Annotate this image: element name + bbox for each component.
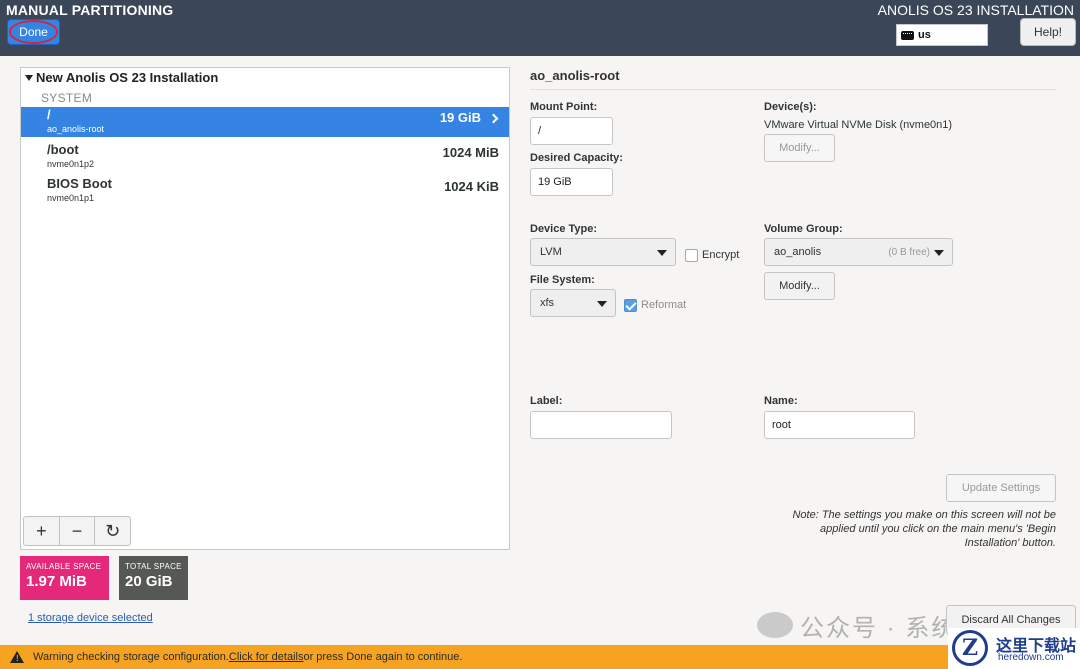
mount-size: 19 GiB: [439, 110, 481, 125]
keyboard-layout-indicator[interactable]: us: [896, 24, 988, 46]
mount-size: 1024 KiB: [444, 179, 499, 194]
chevron-right-icon: [488, 113, 499, 124]
volume-group-label: Volume Group:: [764, 223, 843, 235]
mount-device: nvme0n1p2: [47, 159, 95, 169]
volume-group-free: (0 B free): [888, 247, 930, 258]
remove-partition-button[interactable]: −: [60, 517, 96, 545]
wechat-watermark-icon: [757, 612, 793, 638]
mount-size: 1024 MiB: [442, 145, 499, 160]
warning-details-link[interactable]: Click for details: [229, 651, 304, 663]
available-space-value: 1.97 MiB: [26, 573, 87, 590]
volume-group-value: ao_anolis: [774, 246, 822, 258]
mount-row-root[interactable]: / ao_anolis-root 19 GiB: [21, 107, 509, 137]
mount-name: /: [47, 107, 51, 122]
warning-suffix: or press Done again to continue.: [303, 651, 463, 663]
total-space-value: 20 GiB: [125, 573, 173, 590]
keyboard-icon: [901, 30, 914, 40]
available-space-label: AVAILABLE SPACE: [26, 562, 102, 571]
details-title: ao_anolis-root: [530, 68, 620, 83]
volume-group-select[interactable]: ao_anolis (0 B free): [764, 238, 953, 266]
warning-icon: !: [10, 651, 24, 663]
mount-point-label: Mount Point:: [530, 101, 598, 113]
devices-label: Device(s):: [764, 101, 817, 113]
filesystem-label: File System:: [530, 274, 595, 286]
label-field-label: Label:: [530, 395, 563, 407]
site-logo: Z 这里下载站 heredown.com: [948, 628, 1080, 669]
device-type-label: Device Type:: [530, 223, 598, 235]
dropdown-caret-icon: [657, 250, 667, 256]
mount-row-boot[interactable]: /boot nvme0n1p2 1024 MiB: [21, 142, 509, 172]
name-field-label: Name:: [764, 395, 798, 407]
mount-name: BIOS Boot: [47, 176, 112, 191]
keyboard-layout-label: us: [918, 29, 931, 41]
mount-device: nvme0n1p1: [47, 193, 95, 203]
mount-device: ao_anolis-root: [47, 124, 105, 134]
device-type-select[interactable]: LVM: [530, 238, 676, 266]
group-label-system: SYSTEM: [41, 91, 93, 105]
device-type-value: LVM: [540, 246, 562, 258]
mount-row-bios-boot[interactable]: BIOS Boot nvme0n1p1 1024 KiB: [21, 176, 509, 206]
devices-value: VMware Virtual NVMe Disk (nvme0n1): [764, 119, 953, 131]
mount-name: /boot: [47, 142, 79, 157]
refresh-button[interactable]: ↻: [95, 517, 130, 545]
done-button[interactable]: Done: [7, 19, 60, 45]
capacity-label: Desired Capacity:: [530, 152, 623, 164]
filesystem-select[interactable]: xfs: [530, 289, 616, 317]
filesystem-value: xfs: [540, 297, 555, 309]
encrypt-checkbox[interactable]: [685, 249, 698, 262]
installation-title: New Anolis OS 23 Installation: [36, 70, 219, 85]
modify-devices-button[interactable]: Modify...: [764, 134, 835, 162]
mount-point-input[interactable]: /: [530, 117, 613, 145]
update-settings-button[interactable]: Update Settings: [946, 474, 1056, 502]
encrypt-label: Encrypt: [702, 249, 740, 261]
logo-domain-text: heredown.com: [998, 652, 1064, 663]
expander-triangle-icon: [25, 74, 33, 81]
partition-toolbar: + − ↻: [23, 516, 131, 546]
dropdown-caret-icon: [597, 301, 607, 307]
warning-bar: ! Warning checking storage configuration…: [0, 645, 1080, 669]
installation-expander[interactable]: New Anolis OS 23 Installation: [25, 70, 218, 85]
top-header: MANUAL PARTITIONING ANOLIS OS 23 INSTALL…: [0, 0, 1080, 56]
details-divider: [530, 89, 1056, 90]
available-space-box: AVAILABLE SPACE 1.97 MiB: [20, 556, 109, 600]
product-title: ANOLIS OS 23 INSTALLATION: [877, 2, 1074, 18]
label-input[interactable]: [530, 411, 672, 439]
reformat-checkbox[interactable]: [624, 299, 637, 312]
help-button[interactable]: Help!: [1020, 18, 1076, 46]
settings-note: Note: The settings you make on this scre…: [792, 509, 1056, 549]
add-partition-button[interactable]: +: [24, 517, 60, 545]
name-input[interactable]: root: [764, 411, 915, 439]
storage-device-link[interactable]: 1 storage device selected: [28, 612, 153, 624]
dropdown-caret-icon: [934, 250, 944, 256]
reformat-label: Reformat: [641, 299, 687, 311]
partition-tree-pane: New Anolis OS 23 Installation SYSTEM / a…: [20, 67, 510, 550]
capacity-input[interactable]: 19 GiB: [530, 168, 613, 196]
logo-letter: Z: [952, 630, 988, 666]
total-space-label: TOTAL SPACE: [125, 562, 182, 571]
warning-prefix: Warning checking storage configuration.: [33, 651, 229, 663]
page-title: MANUAL PARTITIONING: [6, 2, 174, 18]
total-space-box: TOTAL SPACE 20 GiB: [119, 556, 188, 600]
modify-volume-group-button[interactable]: Modify...: [764, 272, 835, 300]
